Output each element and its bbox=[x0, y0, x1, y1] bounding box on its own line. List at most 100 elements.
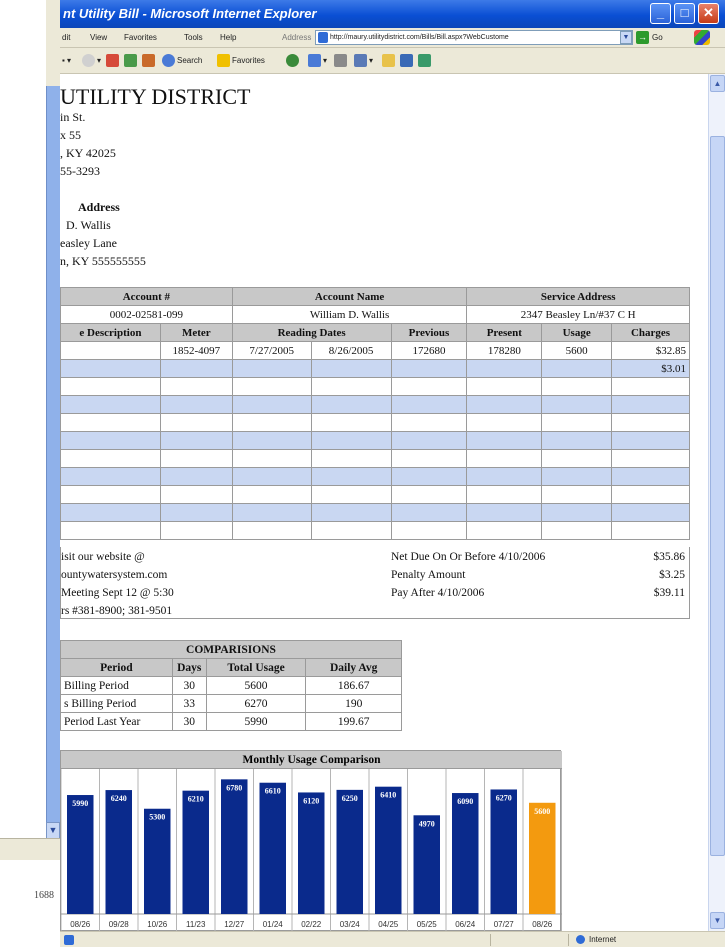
pay-after-label: Pay After 4/10/2006 bbox=[391, 587, 485, 599]
meter-number: 1852-4097 bbox=[159, 341, 233, 360]
bar-value-label: 6410 bbox=[380, 791, 396, 800]
bar bbox=[105, 790, 132, 914]
bar bbox=[452, 793, 479, 914]
messenger-icon[interactable] bbox=[400, 53, 415, 68]
close-icon[interactable]: ✕ bbox=[698, 3, 719, 24]
back-dropdown-icon[interactable]: ▪ ▾ bbox=[62, 53, 71, 68]
research-icon[interactable] bbox=[418, 53, 433, 68]
chart-title: Monthly Usage Comparison bbox=[61, 751, 562, 769]
scroll-up-icon[interactable]: ▲ bbox=[710, 75, 725, 92]
vertical-scrollbar[interactable]: ▲ ▼ bbox=[708, 74, 725, 931]
table-row bbox=[60, 485, 690, 504]
total-usage-cell: 5990 bbox=[205, 712, 307, 731]
background-window: ▼ bbox=[0, 0, 64, 860]
search-button[interactable]: Search bbox=[162, 53, 202, 68]
table-row bbox=[60, 377, 690, 396]
minimize-icon[interactable]: _ bbox=[650, 3, 671, 24]
billing-address-heading: Address bbox=[78, 200, 120, 214]
title-bar[interactable]: nt Utility Bill - Microsoft Internet Exp… bbox=[60, 0, 725, 28]
x-tick-label: 11/23 bbox=[186, 920, 206, 929]
menu-tools[interactable]: Tools bbox=[184, 33, 203, 42]
table-row: 1852-4097 7/27/2005 8/26/2005 172680 178… bbox=[60, 341, 690, 360]
background-window-scrollbar[interactable] bbox=[46, 86, 60, 846]
scroll-down-icon[interactable]: ▼ bbox=[710, 912, 725, 929]
billing-address-line: D. Wallis bbox=[66, 218, 111, 232]
reading-date-to: 8/26/2005 bbox=[310, 341, 392, 360]
table-row: $3.01 bbox=[60, 359, 690, 378]
x-tick-label: 02/22 bbox=[301, 920, 322, 929]
page-status-icon bbox=[64, 935, 74, 945]
menu-edit[interactable]: dit bbox=[62, 33, 70, 42]
bar bbox=[375, 786, 402, 914]
bar-value-label: 4970 bbox=[419, 819, 435, 828]
bar-value-label: 5990 bbox=[72, 799, 88, 808]
daily-avg-cell: 186.67 bbox=[305, 676, 402, 695]
go-button[interactable]: → Go bbox=[636, 30, 676, 45]
bar bbox=[298, 792, 325, 914]
status-divider bbox=[568, 934, 569, 946]
bar bbox=[490, 789, 517, 914]
company-address-line: x 55 bbox=[60, 128, 81, 142]
maximize-icon[interactable]: □ bbox=[674, 3, 695, 24]
account-row: 0002-02581-099 William D. Wallis 2347 Be… bbox=[60, 305, 690, 324]
table-header-row: Period Days Total Usage Daily Avg bbox=[60, 658, 402, 677]
page-content: UTILITY DISTRICT in St. x 55 , KY 42025 … bbox=[60, 74, 708, 931]
refresh-icon[interactable] bbox=[124, 53, 139, 68]
menu-help[interactable]: Help bbox=[220, 33, 236, 42]
go-arrow-icon: → bbox=[636, 31, 649, 44]
period-cell: Period Last Year bbox=[60, 712, 173, 731]
billing-address-line: n, KY 555555555 bbox=[60, 254, 146, 268]
address-bar[interactable]: http://maury.utilitydistrict.com/Bills/B… bbox=[315, 30, 633, 45]
table-row bbox=[60, 503, 690, 522]
bar-value-label: 6250 bbox=[342, 794, 358, 803]
service-address: 2347 Beasley Ln/#37 C H bbox=[466, 305, 690, 324]
address-dropdown-icon[interactable]: ▼ bbox=[620, 31, 632, 44]
scrollbar-thumb[interactable] bbox=[710, 136, 725, 856]
website-link[interactable]: ountywatersystem.com bbox=[61, 569, 167, 581]
address-label: Address bbox=[282, 33, 312, 42]
x-tick-label: 12/27 bbox=[224, 920, 245, 929]
column-header: Daily Avg bbox=[305, 658, 402, 677]
bar-value-label: 6610 bbox=[265, 787, 281, 796]
days-cell: 33 bbox=[171, 694, 207, 713]
table-row bbox=[60, 467, 690, 486]
media-icon[interactable] bbox=[286, 53, 301, 68]
table-header-row: Account # Account Name Service Address bbox=[60, 287, 690, 306]
penalty-label: Penalty Amount bbox=[391, 569, 466, 581]
footer-note: isit our website @ bbox=[61, 551, 145, 563]
folder-icon[interactable] bbox=[382, 53, 397, 68]
toolbar: ▪ ▾ ▾ Search Favorites ▾ ▾ bbox=[60, 48, 725, 74]
favorites-button[interactable]: Favorites bbox=[217, 53, 265, 68]
background-window-pane bbox=[0, 0, 46, 860]
daily-avg-cell: 199.67 bbox=[305, 712, 402, 731]
background-document: 1688 bbox=[0, 860, 64, 947]
column-header: Present bbox=[466, 323, 543, 342]
company-name: UTILITY DISTRICT bbox=[60, 84, 251, 109]
pay-after-amount: $39.11 bbox=[653, 587, 685, 599]
home-icon[interactable] bbox=[142, 53, 157, 68]
menu-favorites[interactable]: Favorites bbox=[124, 33, 157, 42]
bar bbox=[144, 808, 171, 914]
column-header: Reading Dates bbox=[231, 323, 392, 342]
x-tick-label: 10/26 bbox=[147, 920, 168, 929]
status-bar: Internet bbox=[60, 931, 725, 947]
table-header-row: e Description Meter Reading Dates Previo… bbox=[60, 323, 690, 342]
edit-icon[interactable]: ▾ bbox=[354, 53, 373, 68]
days-cell: 30 bbox=[171, 676, 207, 695]
company-address-line: , KY 42025 bbox=[60, 146, 116, 160]
favorites-label: Favorites bbox=[232, 56, 265, 65]
globe-icon bbox=[576, 935, 585, 945]
stop-icon[interactable] bbox=[106, 53, 121, 68]
table-row: Billing Period 30 5600 186.67 bbox=[60, 676, 402, 695]
period-cell: Billing Period bbox=[60, 676, 173, 695]
forward-icon[interactable]: ▾ bbox=[82, 53, 101, 68]
table-row: Period Last Year 30 5990 199.67 bbox=[60, 712, 402, 731]
column-header: Days bbox=[171, 658, 207, 677]
menu-view[interactable]: View bbox=[90, 33, 107, 42]
print-icon[interactable] bbox=[334, 53, 349, 68]
account-name: William D. Wallis bbox=[231, 305, 468, 324]
daily-avg-cell: 190 bbox=[305, 694, 402, 713]
column-header: Previous bbox=[390, 323, 468, 342]
history-icon[interactable]: ▾ bbox=[308, 53, 327, 68]
bar-value-label: 6120 bbox=[303, 796, 319, 805]
